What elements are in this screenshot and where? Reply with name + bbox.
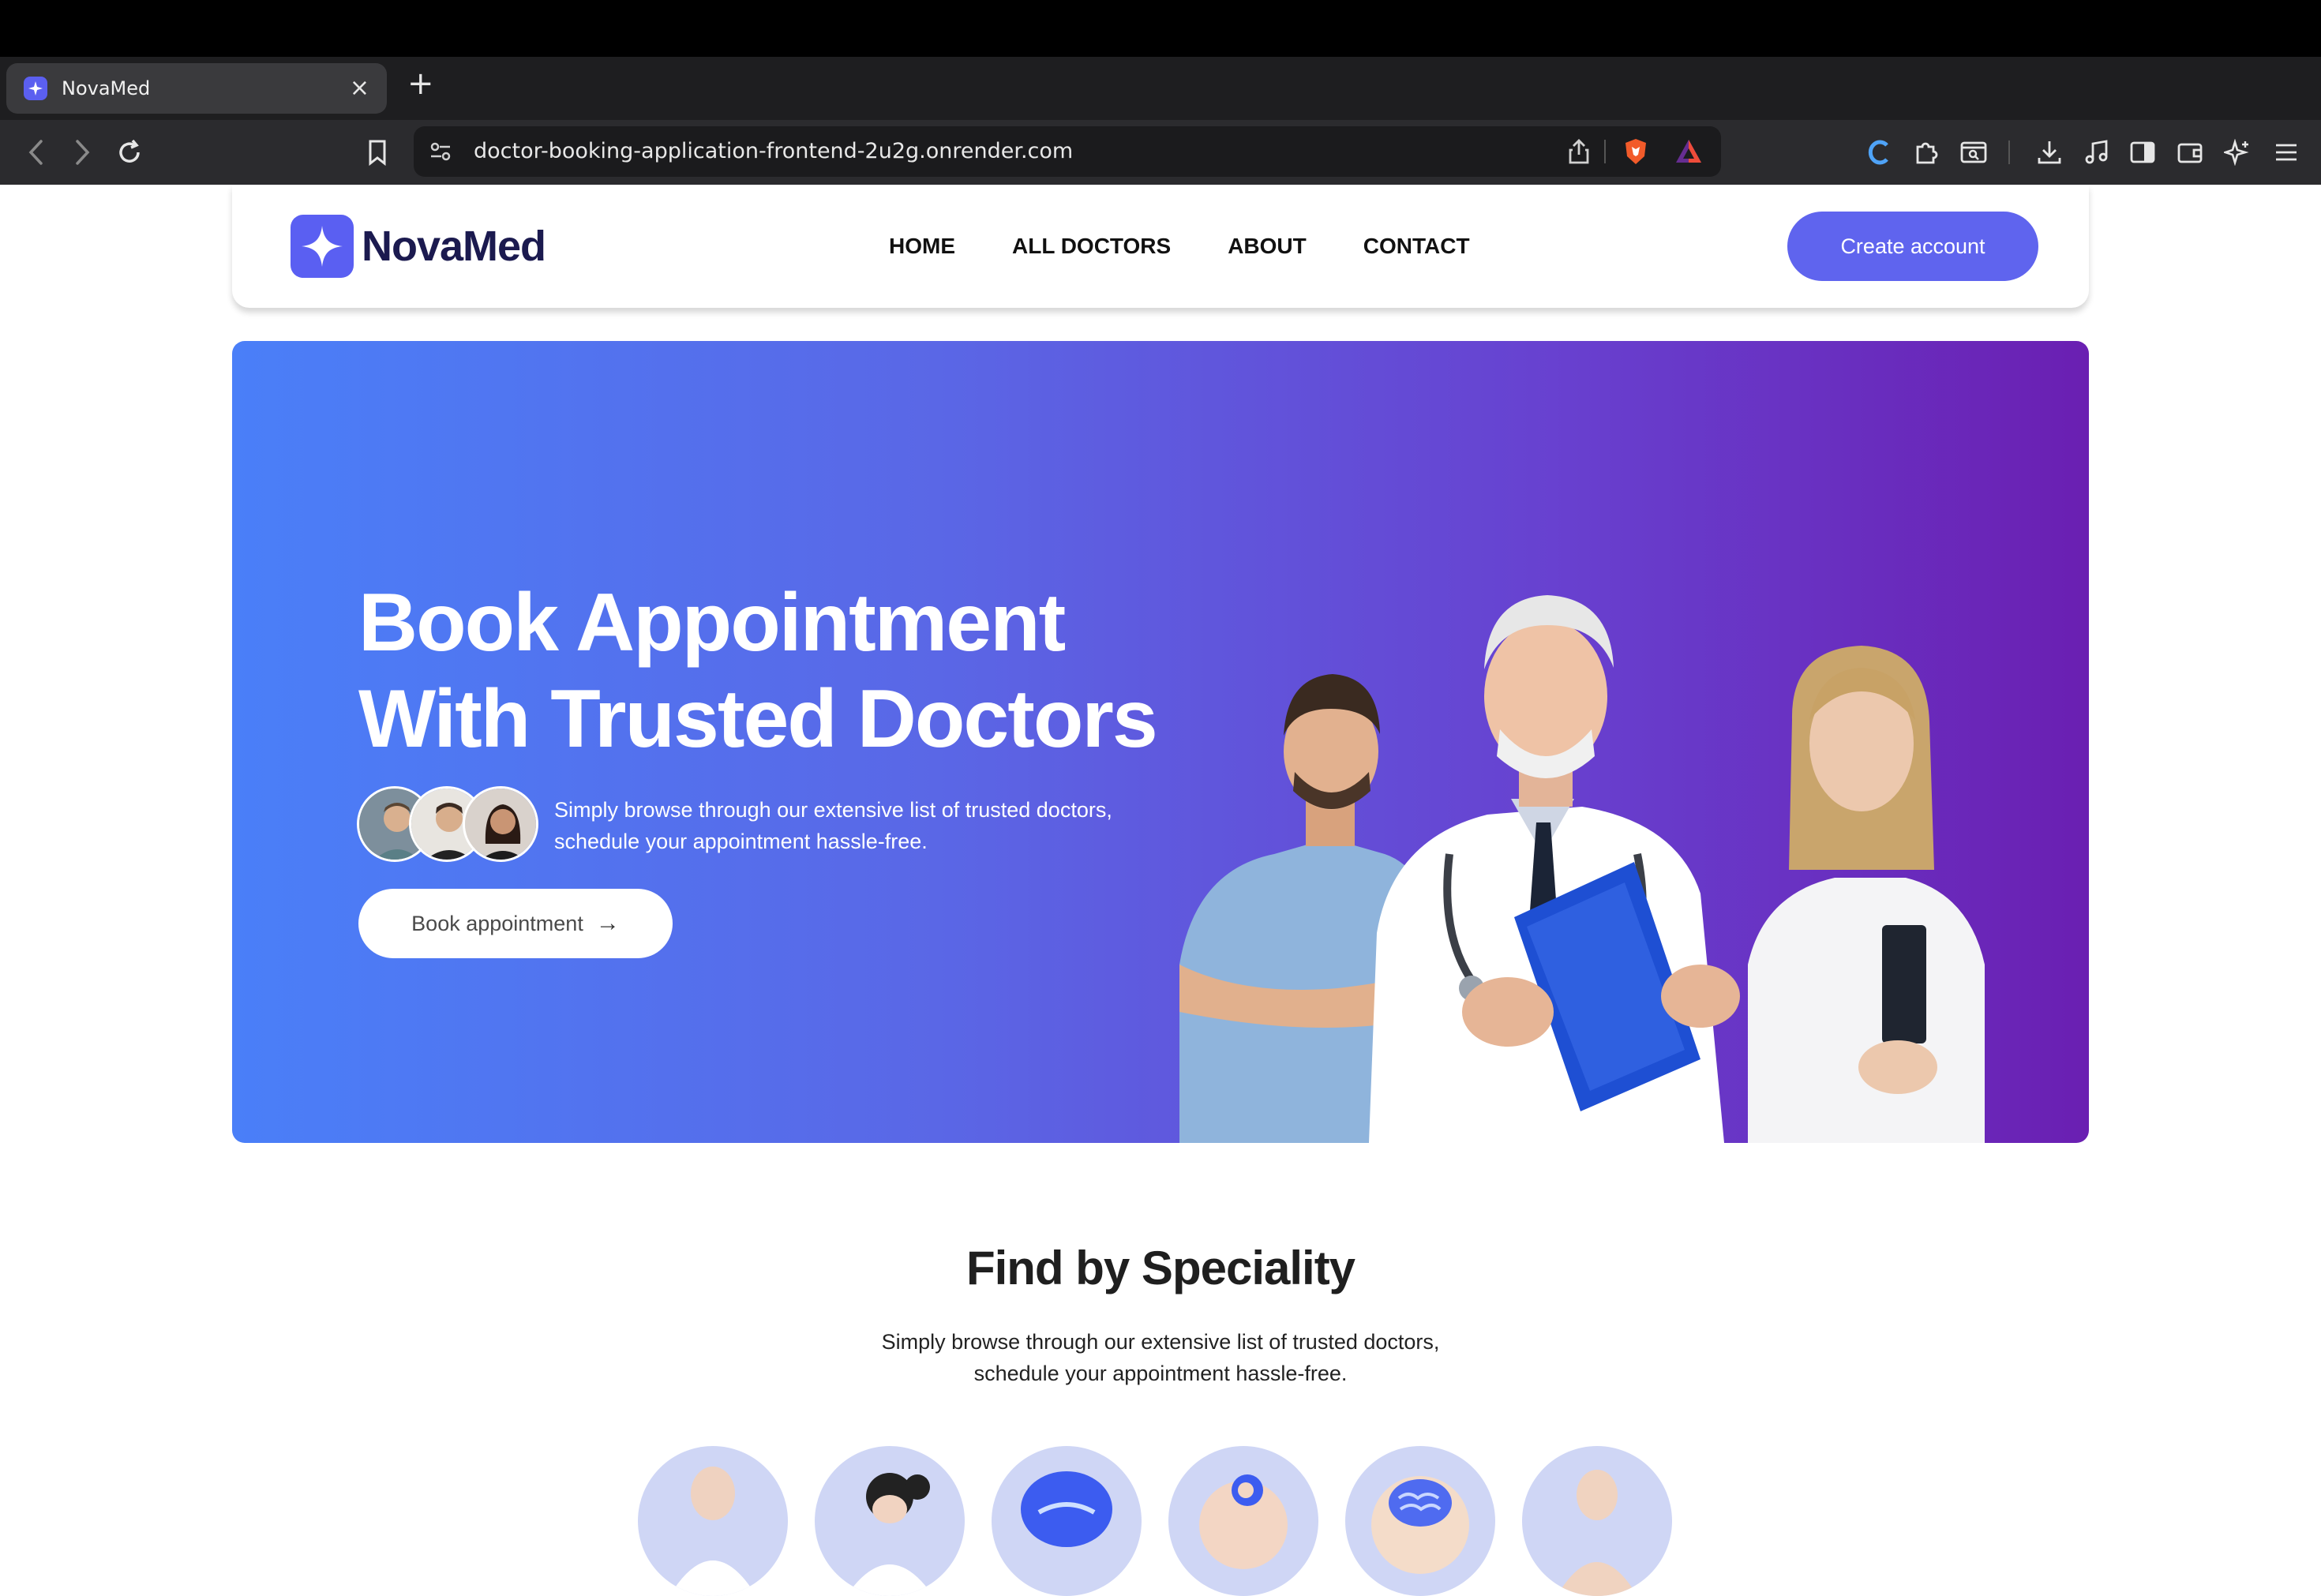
downloads-icon[interactable]	[2032, 120, 2067, 185]
toolbar-separator	[2008, 140, 2010, 164]
brave-rewards-icon[interactable]	[1674, 137, 1704, 169]
new-tab-button[interactable]: +	[407, 68, 434, 99]
back-icon[interactable]	[17, 120, 55, 185]
arrow-right-icon: →	[595, 910, 620, 936]
favicon-icon	[24, 77, 47, 100]
share-icon[interactable]	[1566, 137, 1592, 169]
book-appointment-label: Book appointment	[411, 911, 583, 935]
hero-title: Book Appointment With Trusted Doctors	[358, 575, 1227, 767]
general-physician-icon[interactable]	[638, 1446, 788, 1596]
site-logo[interactable]: NovaMed	[291, 215, 546, 278]
address-bar[interactable]: doctor-booking-application-frontend-2u2g…	[414, 126, 1721, 177]
reader-mode-icon[interactable]	[1956, 120, 1991, 185]
hero-title-line-2: With Trusted Doctors	[358, 673, 1158, 765]
nav-link-about[interactable]: ABOUT	[1228, 234, 1307, 259]
hero-title-line-1: Book Appointment	[358, 577, 1066, 669]
tab-close-icon[interactable]: ×	[350, 77, 369, 100]
pediatrician-icon[interactable]	[1168, 1446, 1318, 1596]
extension-c-icon[interactable]	[1862, 120, 1896, 185]
create-account-button[interactable]: Create account	[1787, 212, 2038, 281]
os-menu-bar	[0, 0, 2321, 57]
hero-subtitle: Simply browse through our extensive list…	[554, 794, 1154, 857]
gynecologist-icon[interactable]	[815, 1446, 965, 1596]
book-appointment-button[interactable]: Book appointment →	[358, 889, 673, 958]
speciality-title: Find by Speciality	[966, 1242, 1355, 1294]
media-icon[interactable]	[2079, 120, 2114, 185]
site-navbar: NovaMed HOME ALL DOCTORS ABOUT CONTACT C…	[232, 185, 2089, 308]
address-separator	[1604, 140, 1606, 163]
doctor-avatars	[357, 786, 540, 862]
hero-subtitle-line-1: Simply browse through our extensive list…	[554, 798, 1112, 822]
dermatologist-icon[interactable]	[992, 1446, 1142, 1596]
neurologist-icon[interactable]	[1345, 1446, 1495, 1596]
doctors-group-illustration	[1179, 595, 1985, 1143]
tab-strip: NovaMed × +	[0, 57, 2321, 120]
nav-links: HOME ALL DOCTORS ABOUT CONTACT	[889, 185, 1527, 308]
leo-ai-icon[interactable]	[2220, 120, 2255, 185]
bookmark-icon[interactable]	[358, 120, 396, 185]
hero-banner: Book Appointment With Trusted Doctors Si…	[232, 341, 2089, 1143]
gastroenterologist-icon[interactable]	[1522, 1446, 1672, 1596]
tab-title: NovaMed	[62, 77, 151, 99]
hero-subtitle-line-2: schedule your appointment hassle-free.	[554, 830, 928, 853]
forward-icon[interactable]	[63, 120, 101, 185]
wallet-icon[interactable]	[2173, 120, 2207, 185]
site-settings-icon[interactable]	[428, 139, 453, 167]
logo-text: NovaMed	[362, 223, 546, 270]
speciality-list	[638, 1446, 1680, 1596]
reload-icon[interactable]	[111, 120, 148, 185]
nav-link-contact[interactable]: CONTACT	[1363, 234, 1470, 259]
brave-shields-icon[interactable]	[1623, 137, 1648, 169]
sidebar-toggle-icon[interactable]	[2125, 120, 2160, 185]
browser-toolbar: doctor-booking-application-frontend-2u2g…	[0, 120, 2321, 185]
url-text: doctor-booking-application-frontend-2u2g…	[474, 139, 1074, 163]
avatar	[463, 786, 538, 862]
nav-link-home[interactable]: HOME	[889, 234, 955, 259]
speciality-subtitle-line-2: schedule your appointment hassle-free.	[973, 1362, 1348, 1385]
speciality-subtitle: Simply browse through our extensive list…	[0, 1326, 2321, 1389]
menu-icon[interactable]	[2269, 120, 2304, 185]
nav-link-all-doctors[interactable]: ALL DOCTORS	[1012, 234, 1171, 259]
logo-star-icon	[291, 215, 354, 278]
speciality-subtitle-line-1: Simply browse through our extensive list…	[881, 1330, 1440, 1354]
extensions-icon[interactable]	[1909, 120, 1944, 185]
browser-tab[interactable]: NovaMed ×	[6, 63, 387, 114]
